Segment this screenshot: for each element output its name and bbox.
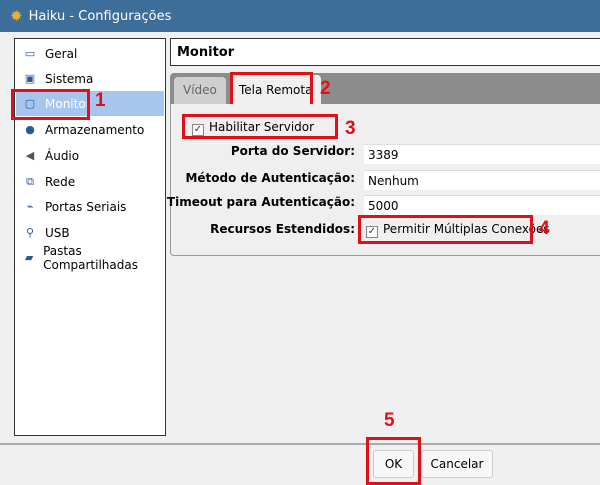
annotation-box bbox=[11, 89, 90, 120]
sidebar-item-label: Portas Seriais bbox=[45, 199, 127, 214]
usb-icon: ⚲ bbox=[25, 226, 35, 239]
speaker-icon: ◀ bbox=[25, 149, 35, 162]
sidebar-item-label: Sistema bbox=[45, 71, 94, 86]
annotation-label: 2 bbox=[320, 78, 331, 99]
sidebar-item-label: Armazenamento bbox=[45, 122, 145, 137]
sidebar-item-label: Geral bbox=[45, 46, 78, 61]
sidebar-item-label: Áudio bbox=[45, 148, 80, 163]
folder-icon: ▰ bbox=[24, 251, 34, 264]
divider bbox=[0, 443, 600, 445]
server-port-label: Porta do Servidor: bbox=[230, 144, 355, 158]
auth-timeout-input[interactable]: 5000 bbox=[364, 195, 600, 215]
sidebar-item-label: USB bbox=[45, 225, 70, 240]
annotation-box bbox=[182, 114, 338, 139]
annotation-box bbox=[230, 72, 313, 107]
auth-method-label: Método de Autenticação: bbox=[185, 171, 355, 185]
title-bar: ✹ Haiku - Configurações bbox=[0, 0, 600, 32]
gear-icon: ✹ bbox=[10, 7, 23, 25]
sidebar-item-audio[interactable]: ◀ Áudio bbox=[16, 143, 164, 168]
chip-icon: ▣ bbox=[24, 72, 36, 85]
sidebar-item-geral[interactable]: ▭ Geral bbox=[16, 41, 164, 66]
annotation-label: 5 bbox=[384, 410, 395, 431]
sidebar-item-label: Rede bbox=[45, 174, 76, 189]
sidebar-item-pastas-compartilhadas[interactable]: ▰ Pastas Compartilhadas bbox=[16, 243, 164, 272]
extended-features-label: Recursos Estendidos: bbox=[210, 222, 355, 236]
sidebar-item-usb[interactable]: ⚲ USB bbox=[16, 220, 164, 245]
tab-video[interactable]: Vídeo bbox=[174, 77, 226, 104]
sidebar-item-sistema[interactable]: ▣ Sistema bbox=[16, 66, 164, 91]
annotation-label: 3 bbox=[345, 118, 356, 139]
serial-port-icon: ⌁ bbox=[26, 200, 34, 213]
server-port-input[interactable]: 3389 bbox=[364, 144, 600, 164]
network-icon: ⧉ bbox=[26, 174, 34, 188]
window-title: Haiku - Configurações bbox=[28, 8, 172, 24]
monitor-computer-icon: ▭ bbox=[24, 47, 36, 60]
annotation-box bbox=[366, 437, 421, 485]
sidebar-item-portas-seriais[interactable]: ⌁ Portas Seriais bbox=[16, 194, 164, 219]
auth-timeout-label: Timeout para Autenticação: bbox=[166, 195, 355, 209]
auth-method-select[interactable]: Nenhum bbox=[364, 170, 600, 190]
annotation-box bbox=[358, 215, 533, 244]
sidebar-item-rede[interactable]: ⧉ Rede bbox=[16, 169, 164, 194]
sidebar-item-label: Pastas Compartilhadas bbox=[43, 243, 138, 272]
annotation-label: 4 bbox=[539, 218, 550, 239]
disk-icon: ● bbox=[25, 123, 35, 136]
sidebar-item-armazenamento[interactable]: ● Armazenamento bbox=[16, 117, 164, 142]
cancel-button[interactable]: Cancelar bbox=[421, 450, 493, 478]
annotation-label: 1 bbox=[95, 90, 106, 111]
page-title: Monitor bbox=[170, 38, 600, 66]
